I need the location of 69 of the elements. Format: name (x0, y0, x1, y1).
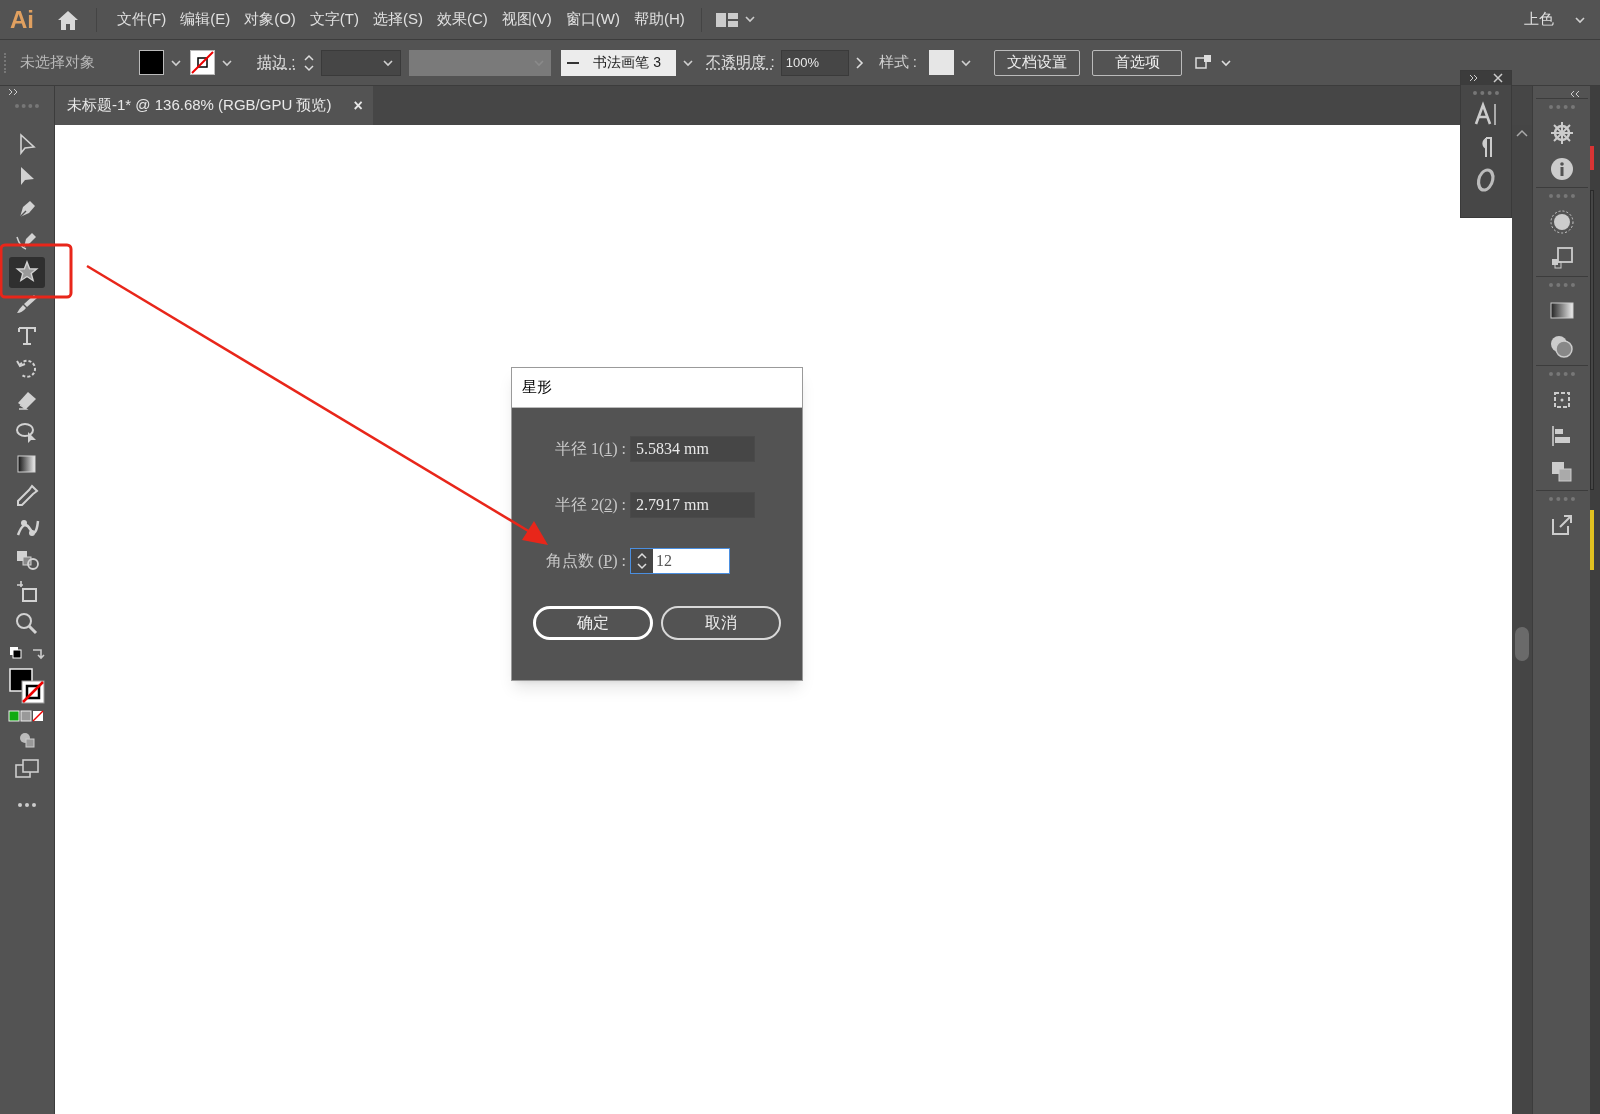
selection-status: 未选择对象 (20, 52, 95, 73)
tool-button[interactable] (9, 256, 45, 288)
field-label: 角点数 (P) : (545, 551, 627, 572)
pathfinder-icon[interactable] (1549, 460, 1574, 484)
workspace-switcher[interactable]: 上色 (1524, 8, 1554, 31)
screen-mode-icon[interactable] (14, 758, 40, 780)
caret-icon[interactable] (170, 57, 182, 68)
menu-item[interactable]: 效果(C) (437, 8, 488, 31)
swap-icon[interactable] (31, 646, 45, 660)
menu-item[interactable]: 视图(V) (501, 8, 552, 31)
home-icon[interactable] (56, 8, 80, 31)
close-tab-button[interactable]: × (353, 93, 363, 118)
brush-dropdown[interactable]: 书法画笔 3 (561, 49, 677, 76)
style-swatch[interactable] (929, 50, 955, 75)
zoom-tool-icon (14, 611, 40, 637)
ok-button[interactable]: 确定 (533, 606, 653, 640)
export-icon[interactable] (1549, 513, 1574, 537)
caret-icon[interactable] (960, 57, 973, 68)
field-label: 半径 2(2) : (553, 495, 627, 516)
info-icon[interactable] (1549, 157, 1574, 181)
caret-icon[interactable] (1574, 14, 1586, 25)
document-tab[interactable]: 未标题-1* @ 136.68% (RGB/GPU 预览) × (55, 86, 373, 125)
opacity-field[interactable]: 100% (780, 49, 849, 76)
scrollbar-thumb[interactable] (1515, 627, 1529, 661)
style-label: 样式 : (878, 52, 918, 73)
menu-item[interactable]: 窗口(W) (565, 8, 620, 31)
draw-mode-icon[interactable] (17, 730, 37, 750)
toolbar-button[interactable]: 文档设置 (994, 49, 1081, 76)
toolbar-button[interactable]: 首选项 (1092, 49, 1183, 76)
cancel-button[interactable]: 取消 (661, 606, 781, 640)
layout-icon[interactable] (715, 11, 758, 28)
menu-item[interactable]: 对象(O) (244, 8, 296, 31)
star-tool-icon (14, 259, 40, 285)
default-colors-icon[interactable] (9, 646, 23, 660)
dialog-title: 星形 (522, 377, 552, 398)
eyedropper-tool-icon (14, 483, 40, 509)
wheel-icon[interactable] (1549, 121, 1574, 145)
fill-swatch[interactable] (139, 50, 164, 75)
color-modes-icon[interactable] (8, 710, 46, 722)
more-icon[interactable] (17, 802, 37, 808)
expand-icon[interactable] (1469, 74, 1479, 82)
close-icon[interactable] (1493, 73, 1503, 83)
opacity-label[interactable]: 不透明度 : (706, 51, 775, 74)
stroke-label[interactable]: 描边 : (257, 51, 296, 74)
menu-item[interactable]: 选择(S) (373, 8, 423, 31)
transparency-icon[interactable] (1549, 335, 1574, 359)
scroll-up-icon[interactable] (1516, 129, 1528, 137)
input-field[interactable]: 2.7917 mm (630, 492, 755, 518)
input-field[interactable]: 5.5834 mm (630, 436, 755, 462)
artboard-tool-icon (14, 579, 40, 605)
menu-item[interactable]: 帮助(H) (633, 8, 685, 31)
app-logo: Ai (10, 4, 34, 35)
caret-icon (382, 57, 395, 68)
menu-item[interactable]: 文件(F) (117, 8, 167, 31)
menu-item[interactable]: 文字(T) (309, 8, 359, 31)
character-icon[interactable] (1473, 101, 1499, 127)
transform-icon[interactable] (1549, 246, 1574, 270)
chevron-right-icon[interactable] (854, 55, 865, 70)
caret-icon[interactable] (221, 57, 233, 68)
caret-icon[interactable] (682, 57, 695, 68)
stroke-swatch[interactable] (190, 50, 215, 75)
appearance-icon[interactable] (1549, 210, 1574, 234)
collapse-icon[interactable] (1570, 90, 1582, 98)
fill-stroke-icon[interactable] (7, 666, 47, 706)
menu-item[interactable]: 编辑(E) (180, 8, 231, 31)
number-field[interactable]: 12 (630, 548, 730, 574)
opentype-icon[interactable] (1475, 167, 1497, 193)
collapse-icon[interactable] (8, 88, 20, 96)
field-label: 半径 1(1) : (553, 439, 627, 460)
